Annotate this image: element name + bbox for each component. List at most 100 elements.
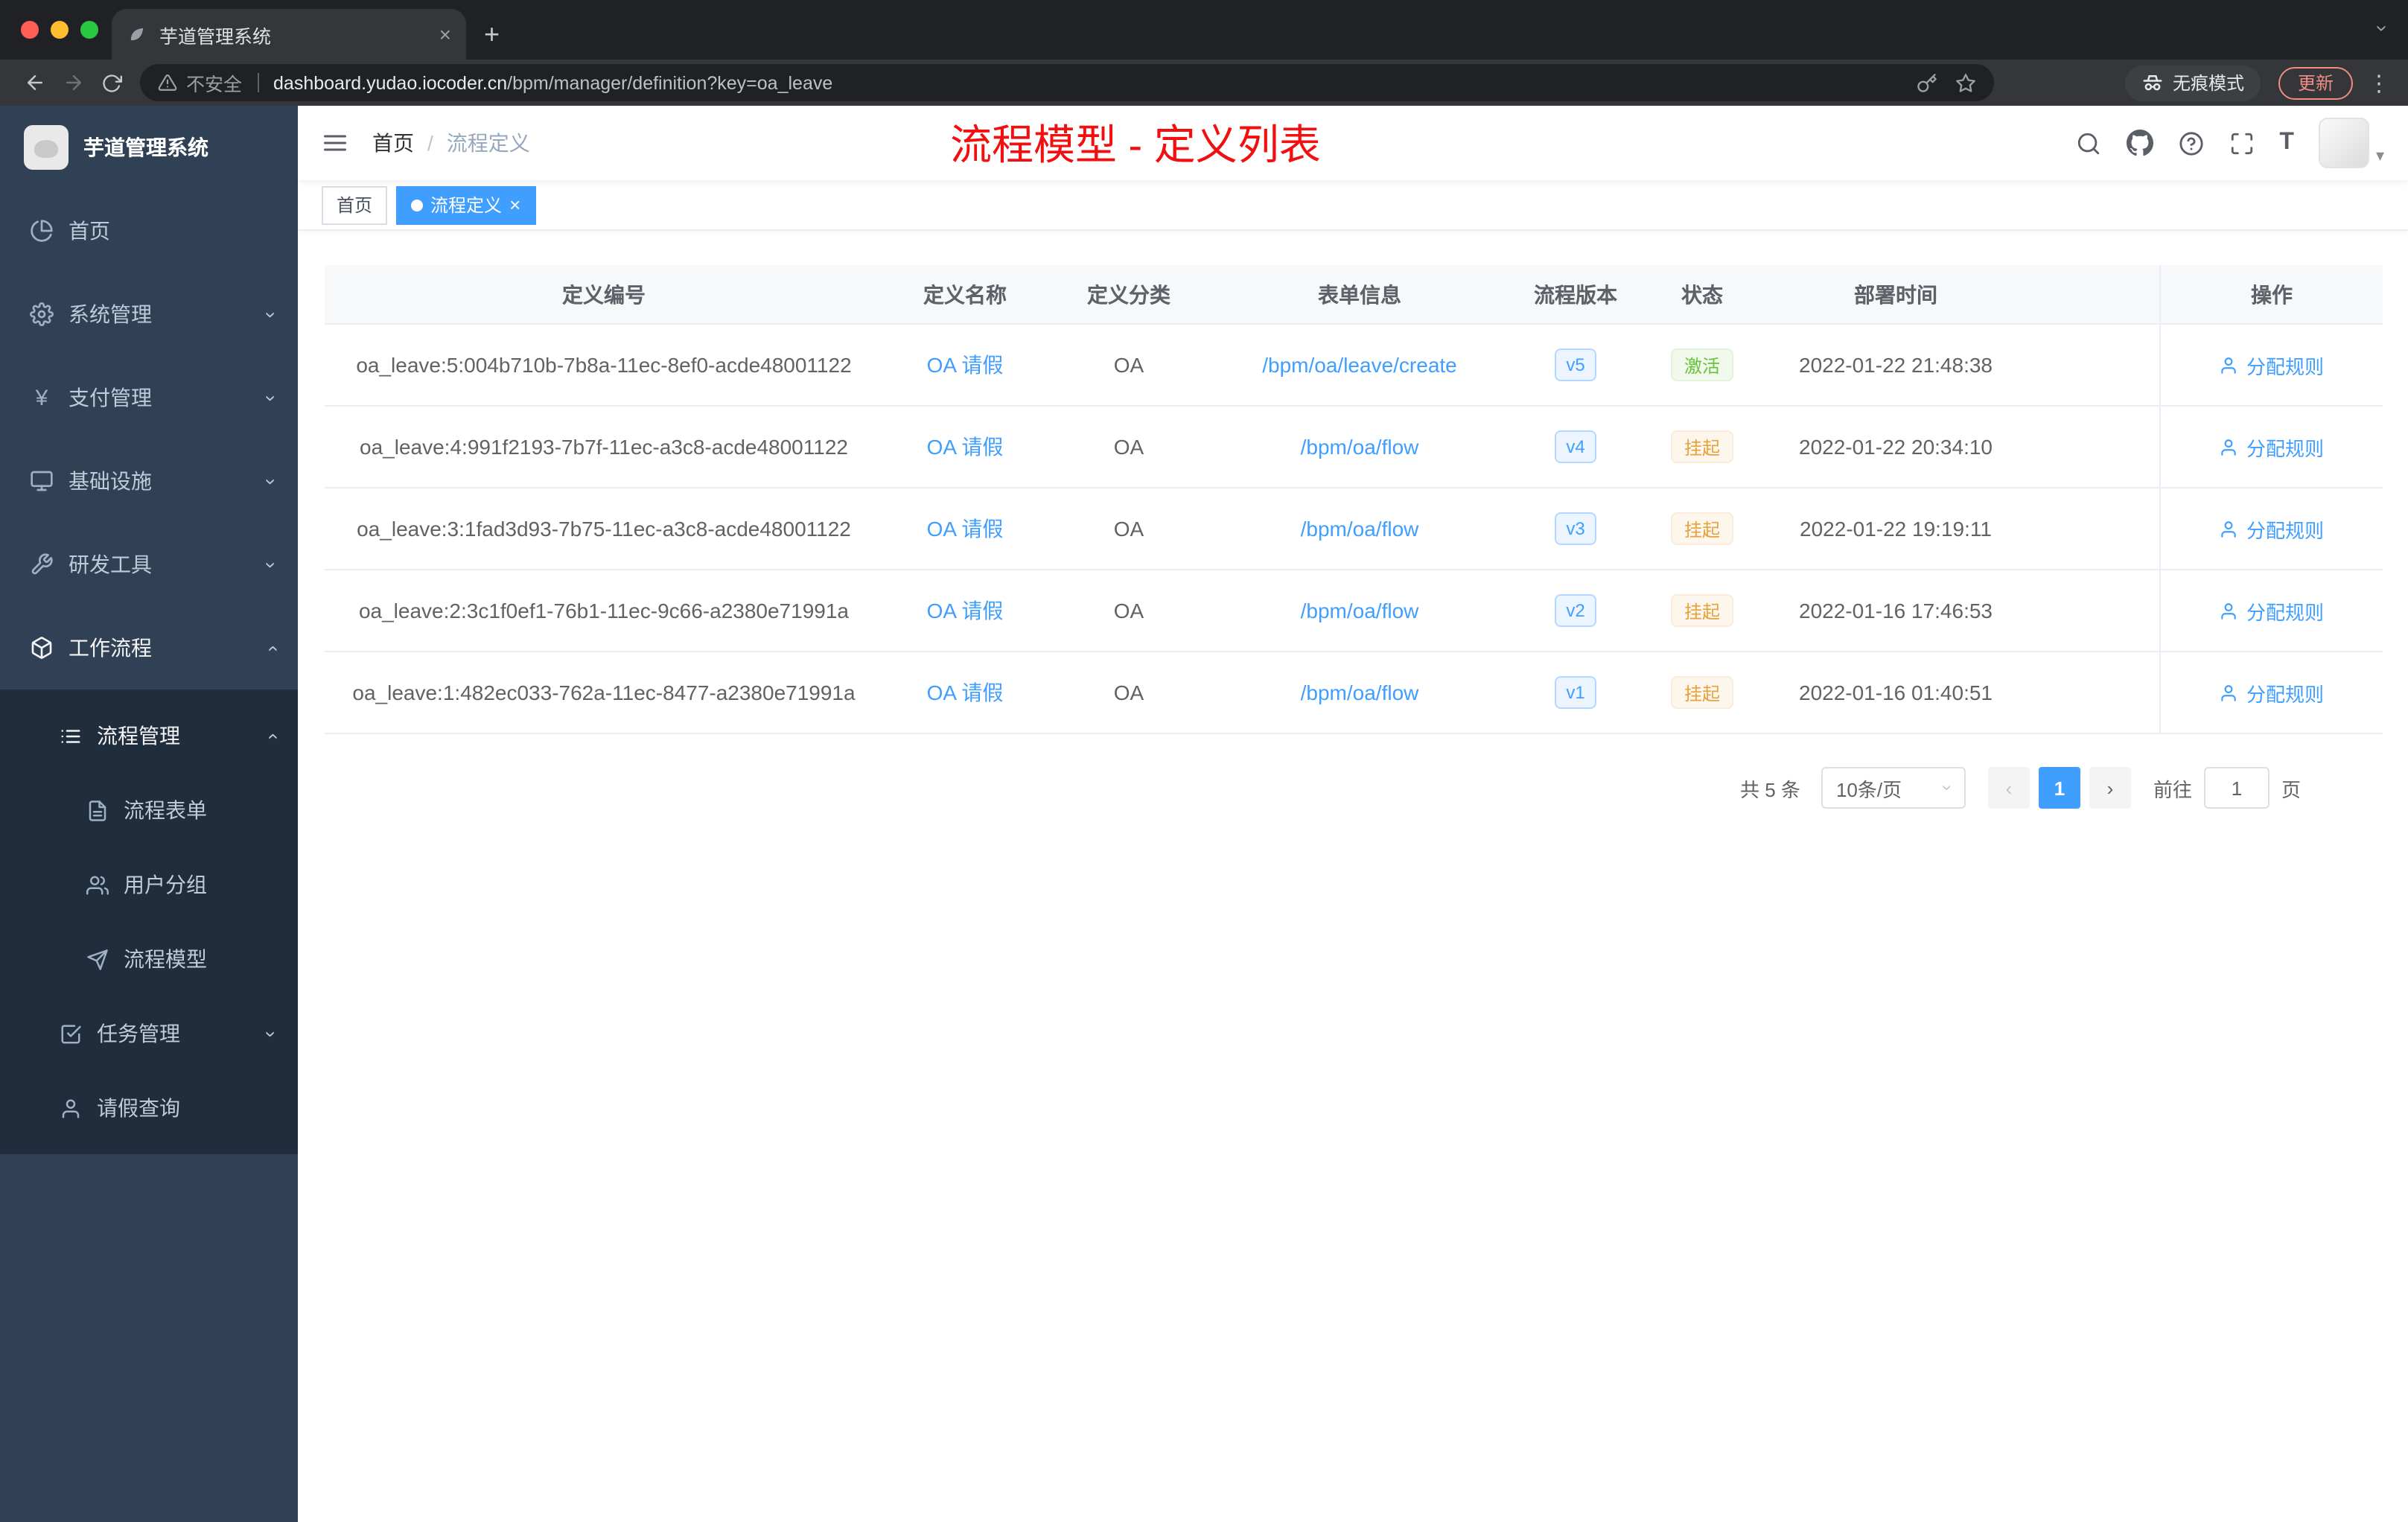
new-tab-button[interactable]: + (484, 21, 500, 48)
assign-rule-link[interactable]: 分配规则 (2220, 678, 2324, 707)
definition-category: OA (1113, 435, 1144, 459)
col-process-version: 流程版本 (1534, 282, 1617, 306)
url-text: dashboard.yudao.iocoder.cn/bpm/manager/d… (273, 72, 832, 93)
sidebar-toggle-icon[interactable] (322, 130, 348, 156)
caret-down-icon: ▾ (2375, 147, 2384, 165)
pagination: 共 5 条 10条/页 › ‹ 1 › 前往 页 (325, 767, 2301, 809)
prev-page-button[interactable]: ‹ (1987, 767, 2030, 809)
user-avatar-wrap[interactable]: ▾ (2319, 118, 2384, 168)
browser-menu-icon[interactable]: ⋮ (2368, 69, 2390, 96)
close-window-button[interactable] (21, 21, 39, 39)
chevron-down-icon: › (259, 311, 282, 318)
assign-rule-link[interactable]: 分配规则 (2220, 351, 2324, 379)
browser-tab[interactable]: 芋道管理系统 × (112, 9, 466, 60)
definition-table: 定义编号 定义名称 定义分类 表单信息 流程版本 状态 部署时间 操作 oa_l… (325, 265, 2383, 734)
github-icon[interactable] (2126, 130, 2153, 156)
page-1-button[interactable]: 1 (2038, 767, 2080, 809)
assign-rule-link[interactable]: 分配规则 (2220, 433, 2324, 461)
tab-close-icon[interactable]: × (439, 24, 451, 45)
sidebar-item-process-form[interactable]: 流程表单 (0, 773, 298, 847)
tag-close-icon[interactable]: × (509, 195, 520, 214)
forward-button[interactable] (54, 63, 92, 102)
font-size-icon[interactable]: T (2279, 130, 2294, 156)
fullscreen-icon[interactable] (2229, 130, 2254, 156)
sidebar-item-infrastructure[interactable]: 基础设施 › (0, 439, 298, 523)
sidebar-menu: 首页 系统管理 › ¥ 支付管理 › 基础设施 › 研发工具 › 工作流程 › … (0, 189, 298, 1154)
sidebar-item-payment[interactable]: ¥ 支付管理 › (0, 356, 298, 439)
reload-button[interactable] (92, 63, 131, 102)
definition-name-link[interactable]: OA 请假 (927, 596, 1004, 625)
sidebar-item-leave-query[interactable]: 请假查询 (0, 1071, 298, 1145)
sidebar-item-home[interactable]: 首页 (0, 189, 298, 273)
form-link[interactable]: /bpm/oa/flow (1301, 517, 1419, 541)
help-icon[interactable] (2178, 130, 2203, 156)
version-badge[interactable]: v4 (1554, 430, 1597, 463)
tag-process-definition[interactable]: 流程定义 × (396, 185, 536, 224)
avatar[interactable] (2319, 118, 2370, 168)
sidebar-item-task-management[interactable]: 任务管理 › (0, 996, 298, 1071)
sidebar-item-devtools[interactable]: 研发工具 › (0, 523, 298, 606)
deploy-time: 2022-01-16 17:46:53 (1799, 599, 1993, 623)
search-icon[interactable] (2075, 130, 2100, 156)
sidebar-item-workflow[interactable]: 工作流程 › (0, 606, 298, 690)
tab-title: 芋道管理系统 (159, 26, 272, 47)
form-link[interactable]: /bpm/oa/leave/create (1262, 353, 1457, 377)
users-icon (86, 875, 109, 894)
sidebar-item-user-group[interactable]: 用户分组 (0, 847, 298, 922)
bookmark-star-icon[interactable] (1955, 72, 1976, 93)
definition-name-link[interactable]: OA 请假 (927, 514, 1004, 544)
top-navbar: 首页 / 流程定义 流程模型 - 定义列表 T ▾ (298, 106, 2408, 180)
status-badge: 挂起 (1670, 512, 1733, 545)
table-header-row: 定义编号 定义名称 定义分类 表单信息 流程版本 状态 部署时间 操作 (325, 265, 2383, 325)
sidebar-logo: 芋道管理系统 (0, 106, 298, 189)
tags-bar: 首页 流程定义 × (298, 180, 2408, 231)
password-key-icon[interactable] (1917, 72, 1937, 93)
assign-rule-link[interactable]: 分配规则 (2220, 596, 2324, 625)
chevron-down-icon: › (259, 394, 282, 401)
version-badge[interactable]: v1 (1554, 676, 1597, 709)
address-bar[interactable]: 不安全 dashboard.yudao.iocoder.cn/bpm/manag… (140, 64, 1994, 101)
person-icon (2222, 357, 2237, 373)
tag-home[interactable]: 首页 (322, 185, 388, 224)
chevron-up-icon: › (259, 644, 282, 652)
browser-toolbar: 不安全 dashboard.yudao.iocoder.cn/bpm/manag… (0, 60, 2408, 106)
dashboard-icon (31, 220, 53, 242)
not-secure-warning-icon (158, 74, 177, 91)
wrench-icon (31, 553, 53, 575)
person-icon (2222, 602, 2237, 619)
person-icon (2222, 684, 2237, 701)
sidebar-item-system[interactable]: 系统管理 › (0, 273, 298, 356)
tab-search-chevron-icon[interactable]: › (2372, 25, 2395, 31)
breadcrumb-home[interactable]: 首页 (372, 128, 414, 158)
update-button[interactable]: 更新 (2278, 66, 2353, 99)
sidebar-item-process-model[interactable]: 流程模型 (0, 922, 298, 996)
page-size-select[interactable]: 10条/页 › (1821, 767, 1966, 809)
definition-name-link[interactable]: OA 请假 (927, 678, 1004, 707)
next-page-button[interactable]: › (2089, 767, 2131, 809)
definition-id: oa_leave:5:004b710b-7b8a-11ec-8ef0-acde4… (356, 353, 852, 377)
omnibox-divider (257, 73, 259, 92)
definition-id: oa_leave:3:1fad3d93-7b75-11ec-a3c8-acde4… (357, 517, 851, 541)
definition-name-link[interactable]: OA 请假 (927, 432, 1004, 462)
form-link[interactable]: /bpm/oa/flow (1301, 599, 1419, 623)
page-annotation: 流程模型 - 定义列表 (950, 122, 1321, 168)
status-badge: 挂起 (1670, 594, 1733, 627)
version-badge[interactable]: v3 (1554, 512, 1597, 545)
chevron-up-icon: › (259, 732, 282, 739)
col-definition-id: 定义编号 (562, 282, 646, 306)
chevron-down-icon: › (259, 1030, 282, 1037)
definition-name-link[interactable]: OA 请假 (927, 350, 1004, 380)
definition-category: OA (1113, 681, 1144, 704)
minimize-window-button[interactable] (51, 21, 69, 39)
goto-page-input[interactable] (2203, 767, 2270, 809)
back-button[interactable] (15, 63, 54, 102)
assign-rule-link[interactable]: 分配规则 (2220, 515, 2324, 543)
sidebar-item-process-management[interactable]: 流程管理 › (0, 698, 298, 773)
incognito-badge: 无痕模式 (2124, 65, 2261, 101)
form-link[interactable]: /bpm/oa/flow (1301, 435, 1419, 459)
zoom-window-button[interactable] (80, 21, 98, 39)
version-badge[interactable]: v2 (1554, 594, 1597, 627)
form-link[interactable]: /bpm/oa/flow (1301, 681, 1419, 704)
definition-id: oa_leave:1:482ec033-762a-11ec-8477-a2380… (352, 681, 856, 704)
version-badge[interactable]: v5 (1554, 348, 1597, 381)
